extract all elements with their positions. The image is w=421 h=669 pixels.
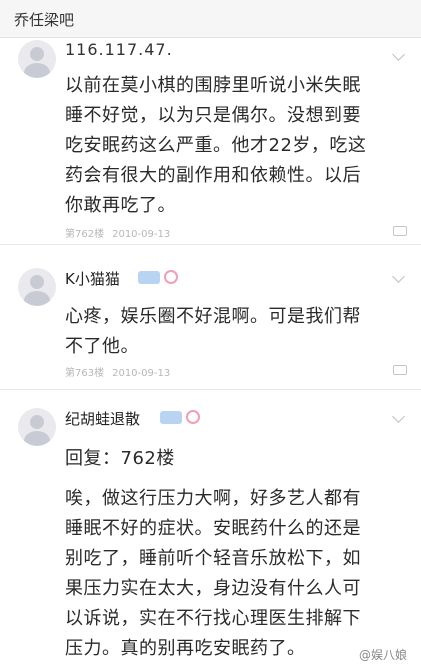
post-date: 2010-09-13 (112, 229, 171, 240)
top-bar: 乔任梁吧 (0, 0, 421, 38)
post-762: 116.117.47. 以前在莫小棋的围脖里听说小米失眠 睡不好觉，以为只是偶尔… (0, 38, 421, 245)
post-content: 唉，做这行压力大啊，好多艺人都有 睡眠不好的症状。安眠药什么的还是 别吃了，睡前… (65, 484, 405, 664)
level-badge-icon (160, 411, 182, 424)
member-badge-icon (186, 410, 200, 424)
post-764: 纪胡蛙退散 回复：762楼 唉，做这行压力大啊，好多艺人都有 睡眠不好的症状。安… (0, 392, 421, 669)
watermark: @娱八娘 (358, 648, 407, 662)
username[interactable]: K小猫猫 (65, 268, 120, 289)
post-meta: 第763楼 2010-09-13 (65, 364, 170, 379)
post-date: 2010-09-13 (112, 368, 171, 379)
content-line: 吃安眠药这么严重。他才22岁，吃这 (65, 135, 367, 156)
content-line: 果压力实在太大，身边没有什么人可 (65, 578, 361, 599)
forum-title[interactable]: 乔任梁吧 (14, 9, 74, 30)
chevron-down-icon[interactable] (392, 48, 405, 61)
comment-icon[interactable] (393, 226, 407, 236)
floor-number: 第763楼 (65, 368, 105, 379)
level-badge-icon (138, 271, 160, 284)
post-763: K小猫猫 心疼，娱乐圈不好混啊。可是我们帮 不了他。 第763楼 2010-09-… (0, 252, 421, 390)
content-line: 睡不好觉，以为只是偶尔。没想到要 (65, 105, 361, 126)
chevron-down-icon[interactable] (392, 410, 405, 423)
content-line: 以前在莫小棋的围脖里听说小米失眠 (65, 75, 361, 96)
comment-icon[interactable] (393, 365, 407, 375)
content-line: 你敢再吃了。 (65, 195, 176, 216)
content-line: 压力。真的别再吃安眠药了。 (65, 638, 306, 659)
content-line: 睡眠不好的症状。安眠药什么的还是 (65, 518, 361, 539)
post-content: 心疼，娱乐圈不好混啊。可是我们帮 不了他。 (65, 302, 405, 362)
ip-address: 116.117.47. (65, 40, 173, 59)
content-line: 药会有很大的副作用和依赖性。以后 (65, 165, 361, 186)
avatar[interactable] (18, 40, 56, 78)
reply-to[interactable]: 回复：762楼 (65, 444, 405, 474)
content-line: 心疼，娱乐圈不好混啊。可是我们帮 (65, 306, 361, 327)
chevron-down-icon[interactable] (392, 270, 405, 283)
content-line: 以诉说，实在不行找心理医生排解下 (65, 608, 361, 629)
post-content: 以前在莫小棋的围脖里听说小米失眠 睡不好觉，以为只是偶尔。没想到要 吃安眠药这么… (65, 71, 405, 221)
content-line: 不了他。 (65, 336, 139, 357)
content-line: 别吃了，睡前听个轻音乐放松下，如 (65, 548, 361, 569)
floor-number: 第762楼 (65, 229, 105, 240)
post-meta: 第762楼 2010-09-13 (65, 225, 170, 240)
content-line: 唉，做这行压力大啊，好多艺人都有 (65, 488, 361, 509)
member-badge-icon (164, 270, 178, 284)
username[interactable]: 纪胡蛙退散 (65, 408, 140, 429)
avatar[interactable] (18, 268, 56, 306)
avatar[interactable] (18, 408, 56, 446)
